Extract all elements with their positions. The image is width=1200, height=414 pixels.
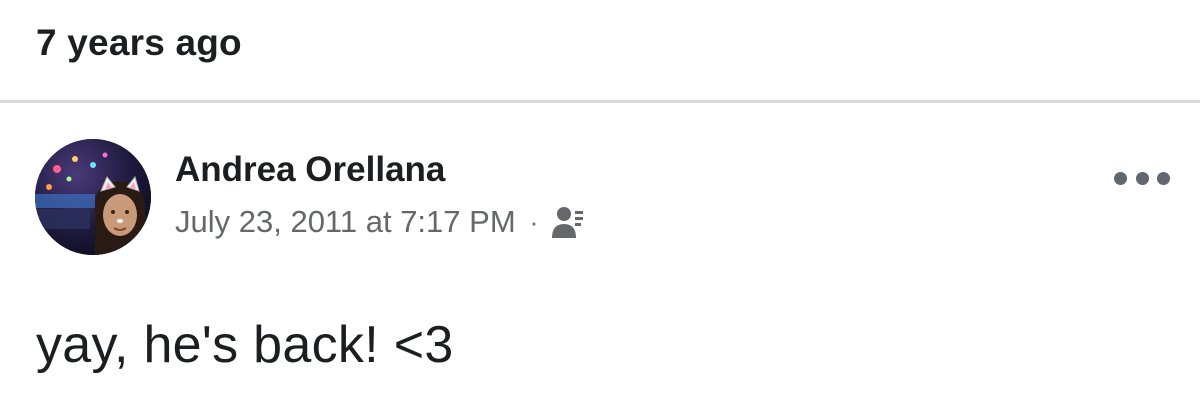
more-dot [1135, 171, 1149, 185]
post-card: Andrea Orellana July 23, 2011 at 7:17 PM… [0, 103, 1200, 414]
avatar-image [35, 139, 151, 255]
friends-icon[interactable] [550, 204, 584, 240]
meta-separator: · [529, 206, 539, 237]
more-options-icon[interactable] [1114, 163, 1170, 193]
more-dot [1114, 171, 1127, 185]
avatar[interactable] [35, 139, 151, 255]
memory-title: 7 years ago [36, 22, 242, 63]
memory-header: 7 years ago [0, 0, 1200, 100]
post-text: yay, he's back! <3 [36, 316, 454, 374]
post-timestamp[interactable]: July 23, 2011 at 7:17 PM [175, 204, 516, 240]
more-dot [1157, 171, 1170, 185]
post-meta: July 23, 2011 at 7:17 PM · [175, 202, 584, 242]
author-name[interactable]: Andrea Orellana [175, 150, 445, 190]
